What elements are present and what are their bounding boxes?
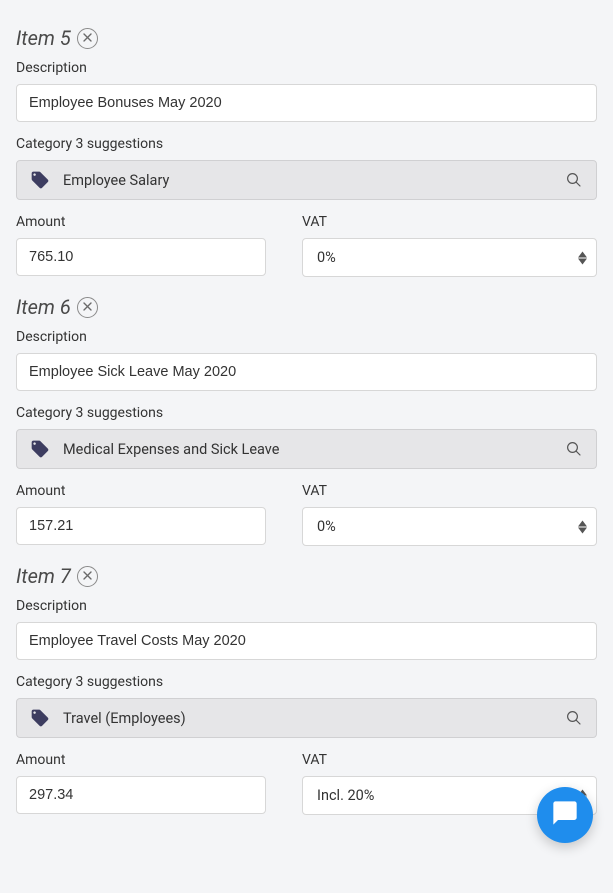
category-label: Category 3 suggestions <box>16 674 597 690</box>
description-field: Description <box>16 60 597 122</box>
description-label: Description <box>16 598 597 614</box>
remove-item-button[interactable] <box>77 566 98 587</box>
item-title: Item 7 <box>16 564 71 588</box>
item-block: Item 5 Description Category 3 suggestion… <box>16 26 597 277</box>
description-input[interactable] <box>16 353 597 391</box>
amount-field: Amount <box>16 752 266 815</box>
chat-button[interactable] <box>537 787 593 843</box>
amount-vat-row: Amount VAT 0% <box>16 483 597 546</box>
category-select[interactable]: Travel (Employees) <box>16 698 597 738</box>
item-header: Item 7 <box>16 564 597 588</box>
category-field: Category 3 suggestions Employee Salary <box>16 136 597 200</box>
category-value: Medical Expenses and Sick Leave <box>63 441 552 458</box>
amount-vat-row: Amount VAT Incl. 20% <box>16 752 597 815</box>
description-input[interactable] <box>16 84 597 122</box>
close-icon <box>83 570 92 582</box>
amount-label: Amount <box>16 483 266 499</box>
amount-field: Amount <box>16 483 266 546</box>
description-field: Description <box>16 329 597 391</box>
amount-input[interactable] <box>16 507 266 545</box>
vat-label: VAT <box>302 214 597 230</box>
amount-field: Amount <box>16 214 266 277</box>
vat-value: Incl. 20% <box>317 787 374 804</box>
description-field: Description <box>16 598 597 660</box>
search-icon <box>564 708 584 728</box>
tag-icon <box>29 169 51 191</box>
remove-item-button[interactable] <box>77 297 98 318</box>
amount-vat-row: Amount VAT 0% <box>16 214 597 277</box>
vat-value: 0% <box>317 518 336 535</box>
item-block: Item 7 Description Category 3 suggestion… <box>16 564 597 815</box>
item-block: Item 6 Description Category 3 suggestion… <box>16 295 597 546</box>
category-field: Category 3 suggestions Medical Expenses … <box>16 405 597 469</box>
amount-input[interactable] <box>16 238 266 276</box>
vat-select[interactable]: 0% <box>302 507 597 546</box>
category-select[interactable]: Employee Salary <box>16 160 597 200</box>
category-select[interactable]: Medical Expenses and Sick Leave <box>16 429 597 469</box>
category-value: Employee Salary <box>63 172 552 189</box>
amount-input[interactable] <box>16 776 266 814</box>
vat-select[interactable]: 0% <box>302 238 597 277</box>
tag-icon <box>29 438 51 460</box>
category-field: Category 3 suggestions Travel (Employees… <box>16 674 597 738</box>
item-header: Item 5 <box>16 26 597 50</box>
item-header: Item 6 <box>16 295 597 319</box>
item-title: Item 6 <box>16 295 71 319</box>
tag-icon <box>29 707 51 729</box>
search-icon <box>564 170 584 190</box>
description-label: Description <box>16 60 597 76</box>
category-label: Category 3 suggestions <box>16 405 597 421</box>
vat-value: 0% <box>317 249 336 266</box>
vat-label: VAT <box>302 752 597 768</box>
amount-label: Amount <box>16 214 266 230</box>
close-icon <box>83 301 92 313</box>
vat-field: VAT 0% <box>302 214 597 277</box>
category-label: Category 3 suggestions <box>16 136 597 152</box>
chat-icon <box>551 799 579 831</box>
description-label: Description <box>16 329 597 345</box>
item-title: Item 5 <box>16 26 71 50</box>
description-input[interactable] <box>16 622 597 660</box>
category-value: Travel (Employees) <box>63 710 552 727</box>
remove-item-button[interactable] <box>77 28 98 49</box>
vat-field: VAT 0% <box>302 483 597 546</box>
close-icon <box>83 32 92 44</box>
vat-label: VAT <box>302 483 597 499</box>
amount-label: Amount <box>16 752 266 768</box>
search-icon <box>564 439 584 459</box>
